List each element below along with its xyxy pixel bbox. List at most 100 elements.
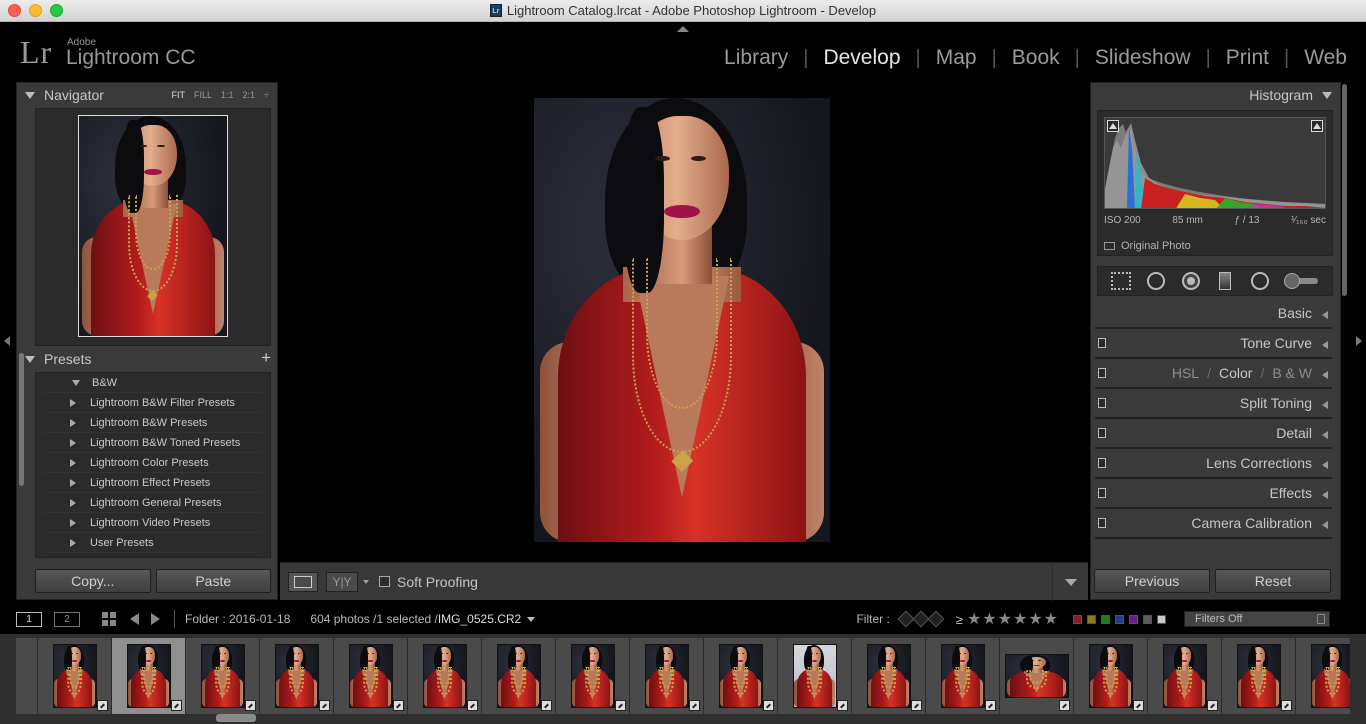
filmstrip-cell[interactable] (704, 638, 778, 714)
navigator-preview[interactable] (35, 108, 271, 346)
zoom-fill[interactable]: FILL (194, 90, 212, 100)
develop-adjusted-badge-icon[interactable] (1133, 700, 1144, 711)
filename-dropdown-icon[interactable] (527, 616, 536, 622)
highlight-clipping-icon[interactable] (1311, 120, 1323, 132)
color-label-filter[interactable] (1115, 614, 1124, 624)
filmstrip-cell[interactable] (38, 638, 112, 714)
filmstrip-scrollbar[interactable] (216, 714, 256, 722)
develop-adjusted-badge-icon[interactable] (393, 700, 404, 711)
section-split-toning[interactable]: Split Toning (1095, 389, 1332, 419)
main-window-button[interactable]: 1 (16, 611, 42, 627)
collapse-left-panel-icon[interactable] (4, 336, 10, 346)
filmstrip-cell[interactable] (1074, 638, 1148, 714)
section-disclosure-icon[interactable] (1322, 521, 1328, 529)
photo-thumbnail[interactable] (1236, 644, 1281, 708)
photo-thumbnail[interactable] (792, 644, 837, 708)
panel-switch-toggle[interactable] (1098, 428, 1106, 438)
red-eye-tool-icon[interactable] (1180, 270, 1202, 292)
minimize-window-button[interactable] (29, 4, 42, 17)
develop-adjusted-badge-icon[interactable] (319, 700, 330, 711)
zoom-more-icon[interactable]: ÷ (264, 90, 269, 100)
radial-filter-tool-icon[interactable] (1249, 270, 1271, 292)
adjustment-brush-tool-icon[interactable] (1283, 270, 1320, 292)
panel-switch-toggle[interactable] (1098, 458, 1106, 468)
section-hsl-color-b-w[interactable]: HSL / Color / B & W (1095, 359, 1332, 389)
close-window-button[interactable] (8, 4, 21, 17)
photo-thumbnail[interactable] (200, 644, 245, 708)
develop-adjusted-badge-icon[interactable] (541, 700, 552, 711)
photo-thumbnail[interactable] (940, 644, 985, 708)
folder-source[interactable]: Folder : 2016-01-18 (185, 612, 290, 626)
spot-removal-tool-icon[interactable] (1145, 270, 1167, 292)
section-detail[interactable]: Detail (1095, 419, 1332, 449)
filmstrip-cell[interactable] (186, 638, 260, 714)
panel-switch-toggle[interactable] (1098, 368, 1106, 378)
filmstrip-cell[interactable] (630, 638, 704, 714)
photo-thumbnail[interactable] (1004, 654, 1069, 698)
collapsed-triangle-icon[interactable] (70, 398, 76, 407)
collapse-right-panel-icon[interactable] (1356, 336, 1362, 346)
collapsed-triangle-icon[interactable] (70, 458, 76, 467)
section-basic[interactable]: Basic (1095, 299, 1332, 329)
preset-folder[interactable]: Lightroom B&W Presets (44, 413, 262, 433)
rating-operator[interactable]: ≥ (956, 612, 963, 627)
expanded-triangle-icon[interactable] (72, 379, 80, 386)
photo-thumbnail[interactable] (1088, 644, 1133, 708)
shadow-clipping-icon[interactable] (1107, 120, 1119, 132)
develop-adjusted-badge-icon[interactable] (615, 700, 626, 711)
develop-adjusted-badge-icon[interactable] (911, 700, 922, 711)
paste-button[interactable]: Paste (155, 569, 271, 593)
section-disclosure-icon[interactable] (1322, 371, 1328, 379)
preset-folder[interactable]: Lightroom Color Presets (44, 453, 262, 473)
panel-switch-toggle[interactable] (1098, 338, 1106, 348)
filmstrip-cell[interactable] (1296, 638, 1350, 714)
photo-thumbnail[interactable] (52, 644, 97, 708)
color-label-filter[interactable] (1157, 614, 1166, 624)
color-label-filter[interactable] (1129, 614, 1138, 624)
section-lens-corrections[interactable]: Lens Corrections (1095, 449, 1332, 479)
filmstrip-cell[interactable] (16, 638, 38, 714)
flag-rejected-icon[interactable] (927, 610, 945, 628)
histogram-header[interactable]: Histogram (1091, 83, 1340, 107)
filmstrip-cell[interactable] (260, 638, 334, 714)
module-develop[interactable]: Develop (816, 46, 907, 70)
module-map[interactable]: Map (929, 46, 984, 70)
color-label-filter[interactable] (1143, 614, 1152, 624)
filmstrip-cell[interactable] (852, 638, 926, 714)
section-disclosure-icon[interactable] (1322, 341, 1328, 349)
zoom-fit[interactable]: FIT (172, 90, 186, 100)
section-effects[interactable]: Effects (1095, 479, 1332, 509)
section-disclosure-icon[interactable] (1322, 431, 1328, 439)
next-arrow-icon[interactable] (151, 613, 160, 625)
develop-adjusted-badge-icon[interactable] (985, 700, 996, 711)
selected-filename[interactable]: IMG_0525.CR2 (438, 612, 521, 626)
photo-thumbnail[interactable] (126, 644, 171, 708)
module-library[interactable]: Library (717, 46, 795, 70)
color-label-filter[interactable] (1101, 614, 1110, 624)
star-rating-filter[interactable]: ★★★★★★ (967, 609, 1059, 629)
collapsed-triangle-icon[interactable] (70, 538, 76, 547)
develop-adjusted-badge-icon[interactable] (245, 700, 256, 711)
section-tab-bw[interactable]: B & W (1272, 365, 1312, 381)
filmstrip-cell[interactable] (482, 638, 556, 714)
collapsed-triangle-icon[interactable] (70, 418, 76, 427)
collapsed-triangle-icon[interactable] (70, 498, 76, 507)
filmstrip-cell[interactable] (1000, 638, 1074, 714)
module-print[interactable]: Print (1219, 46, 1276, 70)
soft-proofing-checkbox[interactable] (379, 576, 390, 587)
section-camera-calibration[interactable]: Camera Calibration (1095, 509, 1332, 539)
develop-adjusted-badge-icon[interactable] (97, 700, 108, 711)
photo-thumbnail[interactable] (718, 644, 763, 708)
photo-thumbnail[interactable] (570, 644, 615, 708)
preset-folder[interactable]: Lightroom Effect Presets (44, 473, 262, 493)
crop-tool-icon[interactable] (1110, 270, 1132, 292)
develop-adjusted-badge-icon[interactable] (1207, 700, 1218, 711)
preset-folder[interactable]: User Presets (44, 533, 262, 553)
photo-thumbnail[interactable] (496, 644, 541, 708)
collapsed-triangle-icon[interactable] (70, 478, 76, 487)
section-tab-hsl[interactable]: HSL (1172, 365, 1199, 381)
zoom-1-1[interactable]: 1:1 (221, 90, 234, 100)
disclosure-triangle-icon[interactable] (25, 355, 35, 363)
photo-thumbnail[interactable] (866, 644, 911, 708)
develop-adjusted-badge-icon[interactable] (1281, 700, 1292, 711)
